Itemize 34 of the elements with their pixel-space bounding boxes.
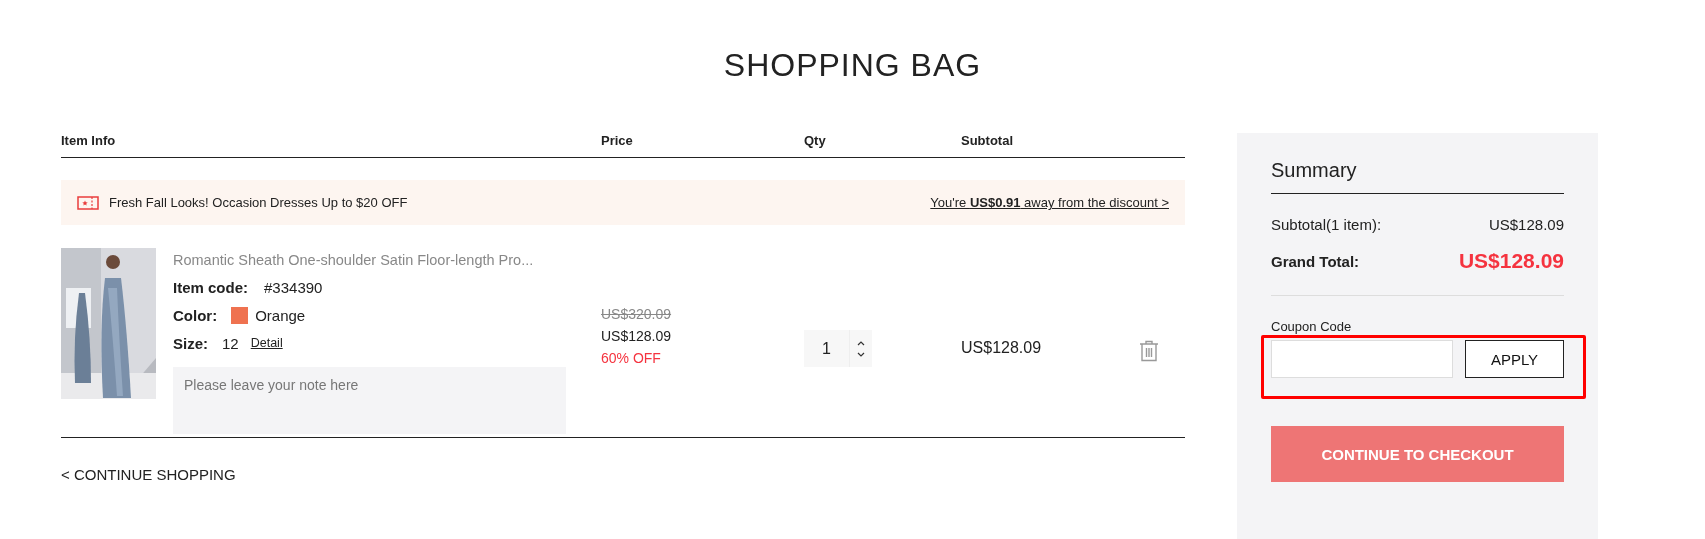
attribute-label: Item code: [173, 278, 248, 296]
summary-value: US$128.09 [1458, 249, 1564, 273]
sale-price: US$128.09 [601, 328, 673, 344]
discount-link[interactable]: You're US$0.91 away from the discount > [930, 195, 1169, 210]
column-header: Item Info [61, 133, 117, 150]
column-header: Qty [804, 133, 827, 150]
attribute-label: Color: [173, 306, 218, 324]
color-name: Orange [255, 306, 306, 324]
continue-shopping-link[interactable]: < CONTINUE SHOPPING [61, 466, 236, 483]
attribute-label: Size: [173, 334, 208, 352]
size-value: 12 [222, 334, 239, 352]
note-field[interactable]: Please leave your note here [173, 367, 566, 434]
apply-button[interactable]: APPLY [1465, 340, 1564, 378]
quantity-stepper[interactable]: 1 [804, 330, 872, 367]
detail-link[interactable]: Detail [250, 336, 283, 350]
coupon-label: Coupon Code [1271, 319, 1353, 334]
column-header: Price [601, 133, 634, 150]
item-subtotal: US$128.09 [961, 338, 1043, 357]
coupon-field[interactable] [1271, 340, 1453, 378]
item-code: #334390 [264, 278, 323, 296]
summary-value: US$128.09 [1488, 216, 1564, 233]
column-header: Subtotal [961, 133, 1013, 150]
coupon-icon [77, 195, 99, 210]
summary-title: Summary [1271, 158, 1358, 182]
increase-icon[interactable] [857, 340, 865, 346]
discount-label: 60% OFF [601, 350, 662, 366]
promo-text: Fresh Fall Looks! Occasion Dresses Up to $20 OFF [109, 195, 409, 210]
summary-label: Subtotal(1 item): [1271, 216, 1382, 233]
trash-icon[interactable] [1139, 340, 1159, 362]
page-title: SHOPPING BAG [722, 46, 983, 85]
product-name[interactable]: Romantic Sheath One-shoulder Satin Floor-length Pro... [173, 252, 584, 268]
decrease-icon[interactable] [857, 351, 865, 357]
original-price: US$320.09 [601, 306, 673, 322]
summary-label: Grand Total: [1271, 252, 1360, 270]
